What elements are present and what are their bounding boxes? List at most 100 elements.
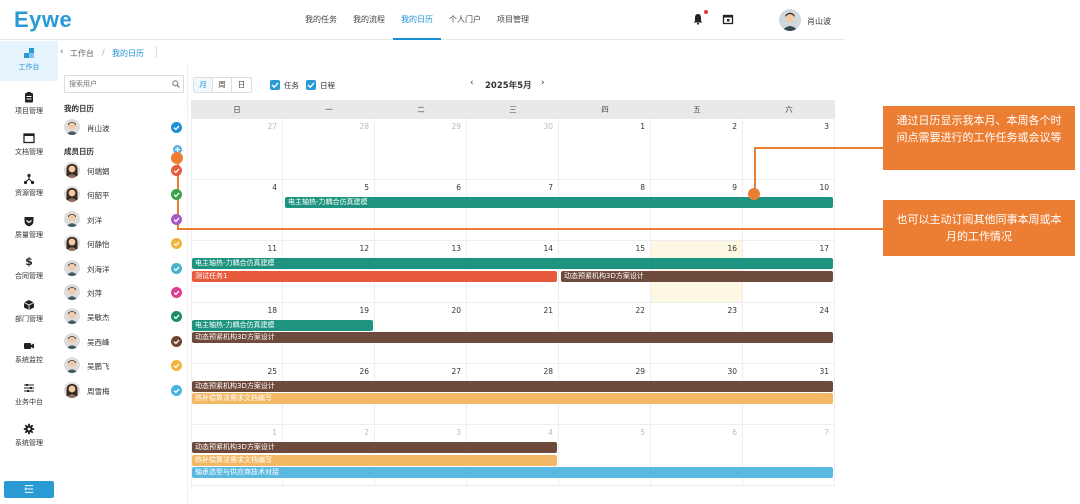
day-number: 15 (635, 244, 645, 254)
sidebar-item-quality[interactable]: 质量管理 (0, 209, 58, 249)
calendar-day[interactable]: 9 (651, 180, 743, 242)
subscribe-check-icon[interactable] (171, 189, 182, 201)
search-input[interactable] (64, 75, 184, 93)
user-name[interactable]: 肖山波 (807, 16, 831, 27)
day-number: 7 (548, 183, 553, 193)
bell-icon[interactable] (692, 13, 704, 25)
calendar-icon[interactable] (722, 13, 734, 25)
task-filter-checkbox[interactable] (270, 80, 280, 90)
list-item[interactable]: 刘萍 (64, 284, 186, 302)
list-item[interactable]: 吴鹏飞 (64, 357, 186, 375)
subscribe-check-icon[interactable] (171, 165, 182, 176)
sidebar-item-label: 项目管理 (15, 107, 43, 115)
calendar-day[interactable]: 30 (467, 119, 559, 181)
list-item[interactable]: 刘海洋 (64, 259, 186, 278)
day-number: 1 (640, 122, 645, 131)
day-number: 19 (359, 305, 369, 315)
folder-icon (23, 133, 35, 144)
back-arrow-icon[interactable]: ‹ (60, 47, 64, 57)
sidebar-item-system[interactable]: 系统管理 (0, 417, 58, 457)
day-number: 12 (359, 244, 369, 254)
list-item[interactable]: 肖山波 (64, 119, 186, 137)
nav-my-tasks[interactable]: 我的任务 (297, 0, 345, 40)
calendar-event[interactable]: 测试任务1 (192, 270, 557, 282)
calendar-day[interactable]: 6 (375, 180, 467, 242)
list-item[interactable]: 刘洋 (64, 210, 186, 229)
subscribe-check-icon[interactable] (171, 287, 182, 298)
search-icon[interactable] (172, 80, 180, 88)
annotation-leader-line (754, 147, 883, 149)
schedule-filter-checkbox[interactable] (306, 80, 316, 90)
sidebar-item-label: 系统监控 (15, 356, 43, 364)
calendar-day[interactable]: 8 (559, 180, 651, 242)
sidebar-item-contracts[interactable]: $ 合同管理 (0, 250, 58, 290)
nav-my-calendar[interactable]: 我的日历 (393, 0, 441, 40)
avatar[interactable] (779, 9, 801, 31)
subscribe-check-icon[interactable] (171, 360, 182, 372)
breadcrumb-root[interactable]: 工作台 (70, 48, 94, 59)
calendar-event[interactable]: 电主轴热-力耦合仿真建模 (192, 319, 373, 331)
list-item[interactable]: 何端娟 (64, 162, 186, 180)
app-logo[interactable]: Eywe (14, 7, 72, 33)
subscribe-check-icon[interactable] (171, 122, 182, 133)
sidebar-item-documents[interactable]: 文档管理 (0, 126, 58, 166)
day-number: 23 (727, 305, 737, 315)
day-number: 9 (732, 183, 737, 193)
calendar-day[interactable]: 27 (191, 119, 283, 181)
calendar-day[interactable]: 7 (467, 180, 559, 242)
sidebar-item-departments[interactable]: 部门管理 (0, 293, 58, 333)
day-number: 21 (543, 305, 553, 315)
calendar-event[interactable]: 动态预紧机构3D方案设计 (192, 332, 833, 344)
view-day-button[interactable]: 日 (232, 78, 251, 92)
calendar-event[interactable]: 动态预紧机构3D方案设计 (561, 270, 833, 282)
user-name: 吴敏杰 (87, 313, 110, 323)
calendar-day[interactable]: 28 (283, 119, 375, 181)
collapse-sidebar-button[interactable] (4, 481, 54, 498)
nav-personal-portal[interactable]: 个人门户 (441, 0, 489, 40)
subscribe-check-icon[interactable] (171, 262, 182, 274)
sidebar-item-label: 系统管理 (15, 439, 43, 447)
subscribe-check-icon[interactable] (171, 213, 182, 225)
calendar-event[interactable]: 动态预紧机构3D方案设计 (192, 442, 557, 453)
view-week-button[interactable]: 周 (213, 78, 232, 92)
dollar-icon: $ (25, 255, 33, 268)
subscribe-check-icon[interactable] (171, 384, 182, 396)
day-number: 17 (819, 244, 829, 254)
sidebar-item-resources[interactable]: 资源管理 (0, 167, 58, 207)
calendar-day[interactable]: 4 (191, 180, 283, 242)
nav-project-management[interactable]: 项目管理 (489, 0, 537, 40)
calendar-event[interactable]: 电主轴热-力耦合仿真建模 (192, 258, 833, 270)
calendar-event[interactable]: 热补偿算法需求文档编写 (192, 454, 557, 466)
calendar-event[interactable]: 热补偿算法需求文档编写 (192, 393, 833, 405)
my-calendar-title: 我的日历 (64, 104, 94, 113)
list-item[interactable]: 何韶平 (64, 186, 186, 204)
list-item[interactable]: 何静怡 (64, 235, 186, 253)
nav-my-workflow[interactable]: 我的流程 (345, 0, 393, 40)
subscribe-check-icon[interactable] (171, 238, 182, 250)
sidebar-item-projects[interactable]: 项目管理 (0, 85, 58, 125)
list-item[interactable]: 吴西峰 (64, 332, 186, 351)
calendar-day[interactable]: 1 (559, 119, 651, 181)
list-item[interactable]: 吴敏杰 (64, 308, 186, 326)
shield-icon (24, 217, 34, 227)
subscribe-check-icon[interactable] (171, 311, 182, 323)
calendar-day[interactable]: 29 (375, 119, 467, 181)
calendar-day[interactable]: 2 (651, 119, 743, 181)
user-name: 何韶平 (87, 191, 110, 201)
day-number: 2 (732, 122, 737, 131)
view-month-button[interactable]: 月 (194, 78, 213, 92)
list-item[interactable]: 周雪梅 (64, 381, 186, 400)
day-number: 5 (640, 428, 645, 437)
next-month-button[interactable]: › (541, 78, 545, 88)
calendar-day[interactable]: 5 (283, 180, 375, 242)
sidebar-item-business-center[interactable]: 业务中台 (0, 376, 58, 416)
calendar-day[interactable]: 3 (743, 119, 835, 181)
sidebar-item-workbench[interactable]: 工作台 (0, 41, 58, 81)
sidebar-item-monitoring[interactable]: 系统监控 (0, 334, 58, 374)
subscribe-check-icon[interactable] (171, 335, 182, 347)
calendar-event[interactable]: 动态预紧机构3D方案设计 (192, 380, 833, 392)
day-number: 28 (359, 122, 369, 131)
calendar-event[interactable]: 轴承选型与供应商技术对接 (192, 467, 833, 478)
prev-month-button[interactable]: ‹ (470, 78, 474, 88)
day-number: 3 (456, 428, 461, 437)
